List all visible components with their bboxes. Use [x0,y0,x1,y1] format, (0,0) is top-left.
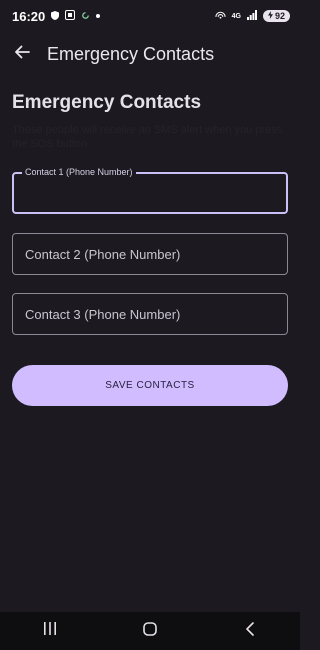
status-left: 16:20 [12,8,101,24]
contact-1-label: Contact 1 (Phone Number) [22,167,136,177]
status-right: 4G 92 [215,10,290,22]
contact-3-input[interactable] [13,294,287,334]
arrow-left-icon [14,44,30,65]
contact-1-field[interactable]: Contact 1 (Phone Number) [12,167,288,214]
page-description: These people will receive an SMS alert w… [12,124,283,150]
battery-charging-icon [267,11,273,21]
contact-1-input[interactable] [14,174,286,212]
system-nav-bar [0,612,300,650]
network-type-label: 4G [231,12,241,20]
contact-2-field[interactable]: Contact 2 (Phone Number) [12,233,288,275]
recents-button[interactable] [30,612,70,650]
recents-icon [43,622,57,640]
back-icon [245,621,255,641]
home-button[interactable] [130,612,170,650]
status-bar: 16:20 4G 92 [0,0,300,32]
home-icon [143,621,157,641]
signal-icon [246,10,257,22]
status-time: 16:20 [12,8,46,24]
hotspot-icon [215,10,226,22]
battery-level: 92 [274,11,285,21]
battery-indicator: 92 [262,10,290,22]
contact-3-field[interactable]: Contact 3 (Phone Number) [12,293,288,335]
sync-icon [81,11,90,22]
system-back-button[interactable] [230,612,270,650]
app-bar-title: Emergency Contacts [47,43,215,64]
notification-dot-icon [96,14,101,18]
back-arrow-button[interactable] [0,32,44,76]
screenshot-icon [65,10,76,22]
contact-2-input[interactable] [13,234,287,274]
save-contacts-button[interactable]: SAVE CONTACTS [12,365,288,406]
app-bar: Emergency Contacts [0,32,300,76]
shield-icon [51,10,60,22]
page-heading: Emergency Contacts [12,92,202,113]
